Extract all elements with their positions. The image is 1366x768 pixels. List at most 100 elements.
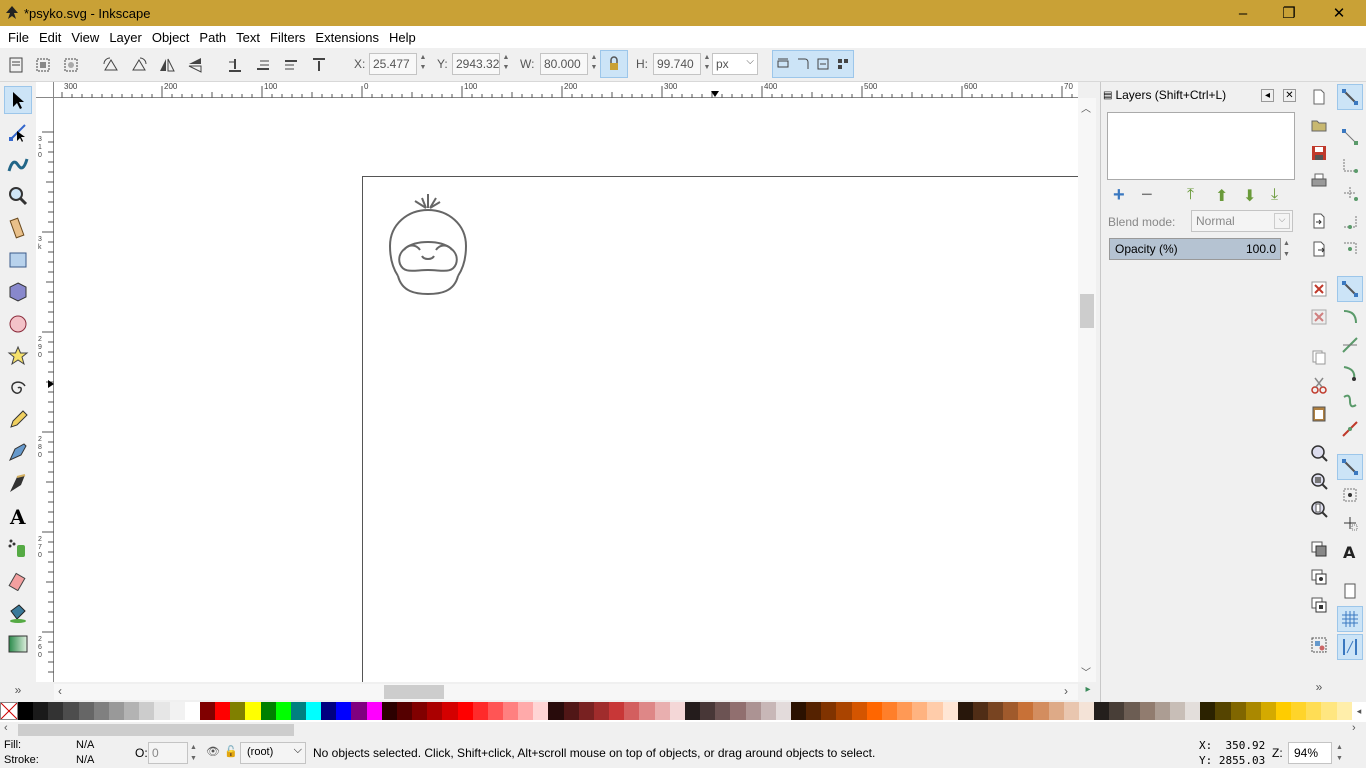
scrollbar-thumb[interactable]: [384, 685, 444, 699]
close-button[interactable]: ✕: [1316, 0, 1362, 26]
flip-horizontal-icon[interactable]: [157, 55, 177, 75]
color-swatch[interactable]: [154, 702, 170, 720]
color-swatch[interactable]: [108, 702, 125, 720]
color-swatch[interactable]: [1336, 702, 1352, 720]
horizontal-scrollbar[interactable]: ‹ ›: [54, 684, 1078, 700]
color-swatch[interactable]: [654, 702, 670, 720]
color-swatch[interactable]: [503, 702, 519, 720]
color-swatch[interactable]: [169, 702, 185, 720]
zoom-selection-icon[interactable]: [1308, 442, 1330, 464]
commands-more-icon[interactable]: »: [1308, 676, 1330, 698]
color-swatch[interactable]: [639, 702, 655, 720]
color-swatch[interactable]: [412, 702, 428, 720]
h-field[interactable]: 99.740: [653, 53, 701, 75]
color-swatch[interactable]: [396, 702, 413, 720]
pencil-tool-icon[interactable]: [4, 406, 32, 434]
color-swatch[interactable]: [1200, 702, 1216, 720]
object-opacity-spinner[interactable]: ▲ ▼: [190, 742, 200, 764]
color-swatch[interactable]: [351, 702, 367, 720]
opacity-spinner[interactable]: ▲ ▼: [1283, 238, 1293, 260]
menu-text[interactable]: Text: [236, 30, 260, 45]
color-swatch[interactable]: [18, 702, 34, 720]
color-swatch[interactable]: [684, 702, 701, 720]
color-swatch[interactable]: [1109, 702, 1125, 720]
color-swatch[interactable]: [942, 702, 958, 720]
lock-proportions-button[interactable]: [600, 50, 628, 78]
color-swatch[interactable]: [33, 702, 49, 720]
deselect-icon[interactable]: [61, 55, 81, 75]
transform-gradients-icon[interactable]: [815, 56, 831, 72]
psyduck-drawing[interactable]: [382, 190, 474, 302]
palette-scrollbar[interactable]: ‹ ›: [0, 722, 1366, 738]
color-swatch[interactable]: [593, 702, 610, 720]
raise-to-top-icon[interactable]: [309, 55, 329, 75]
scrollbar-thumb[interactable]: [18, 724, 294, 736]
menu-extensions[interactable]: Extensions: [315, 30, 379, 45]
color-swatch[interactable]: [1321, 702, 1337, 720]
snap-page-border-icon[interactable]: [1337, 578, 1363, 604]
drawing-canvas[interactable]: [54, 98, 1078, 682]
color-swatch[interactable]: [609, 702, 625, 720]
y-spinner[interactable]: ▲ ▼: [501, 53, 511, 75]
node-tool-icon[interactable]: [4, 118, 32, 146]
panel-iconify-icon[interactable]: ◂: [1261, 88, 1274, 102]
h-spinner[interactable]: ▲ ▼: [702, 53, 712, 75]
minimize-button[interactable]: –: [1220, 0, 1266, 26]
color-swatch[interactable]: [78, 702, 94, 720]
color-swatch[interactable]: [1275, 702, 1292, 720]
color-swatch[interactable]: [715, 702, 731, 720]
color-swatch[interactable]: [851, 702, 867, 720]
undo-icon[interactable]: [1308, 278, 1330, 300]
snap-guide-icon[interactable]: [1337, 634, 1363, 660]
current-layer-select[interactable]: (root) ⌵: [240, 742, 306, 764]
color-swatch[interactable]: [927, 702, 943, 720]
group-icon[interactable]: [1308, 634, 1330, 656]
color-swatch[interactable]: [760, 702, 776, 720]
color-swatch[interactable]: [487, 702, 503, 720]
snap-line-midpoints-icon[interactable]: [1337, 416, 1363, 442]
snap-bbox-corner-icon[interactable]: [1337, 180, 1363, 206]
x-spinner[interactable]: ▲ ▼: [418, 53, 428, 75]
menu-help[interactable]: Help: [389, 30, 416, 45]
layer-lock-icon[interactable]: 🔓: [224, 745, 238, 758]
color-swatch[interactable]: [669, 702, 685, 720]
x-field[interactable]: 25.477: [369, 53, 417, 75]
color-swatch[interactable]: [290, 702, 306, 720]
color-swatch[interactable]: [533, 702, 549, 720]
color-swatch[interactable]: [1139, 702, 1155, 720]
color-swatch[interactable]: [321, 702, 337, 720]
transform-patterns-icon[interactable]: [835, 56, 851, 72]
scroll-left-icon[interactable]: ‹: [4, 722, 8, 734]
color-swatch[interactable]: [821, 702, 837, 720]
color-swatch[interactable]: [427, 702, 443, 720]
color-swatch[interactable]: [215, 702, 231, 720]
color-swatch[interactable]: [1048, 702, 1064, 720]
stroke-value[interactable]: N/A: [76, 754, 94, 766]
snap-intersection-icon[interactable]: [1337, 332, 1363, 358]
scrollbar-thumb[interactable]: [1080, 294, 1094, 328]
color-swatch[interactable]: [381, 702, 397, 720]
lower-layer-to-bottom-icon[interactable]: ⤓: [1271, 186, 1278, 204]
toolbox-more-icon[interactable]: »: [4, 676, 32, 704]
rotate-cw-icon[interactable]: [129, 55, 149, 75]
w-field[interactable]: 80.000: [540, 53, 588, 75]
color-swatch[interactable]: [1033, 702, 1049, 720]
color-swatch[interactable]: [472, 702, 488, 720]
spiral-tool-icon[interactable]: [4, 374, 32, 402]
print-icon[interactable]: [1308, 170, 1330, 192]
color-swatch[interactable]: [1063, 702, 1079, 720]
color-swatch[interactable]: [1003, 702, 1019, 720]
scroll-down-icon[interactable]: ﹀: [1081, 664, 1091, 679]
color-swatch[interactable]: [790, 702, 807, 720]
flip-vertical-icon[interactable]: [185, 55, 205, 75]
lower-layer-icon[interactable]: ⬇: [1243, 186, 1256, 206]
import-icon[interactable]: [1308, 210, 1330, 232]
color-swatch[interactable]: [563, 702, 579, 720]
color-swatch[interactable]: [1124, 702, 1140, 720]
color-swatch[interactable]: [806, 702, 822, 720]
color-swatch[interactable]: [988, 702, 1004, 720]
scale-stroke-icon[interactable]: [775, 56, 791, 72]
object-opacity-field[interactable]: 0: [148, 742, 188, 764]
snap-smooth-nodes-icon[interactable]: [1337, 388, 1363, 414]
color-swatch[interactable]: [93, 702, 109, 720]
